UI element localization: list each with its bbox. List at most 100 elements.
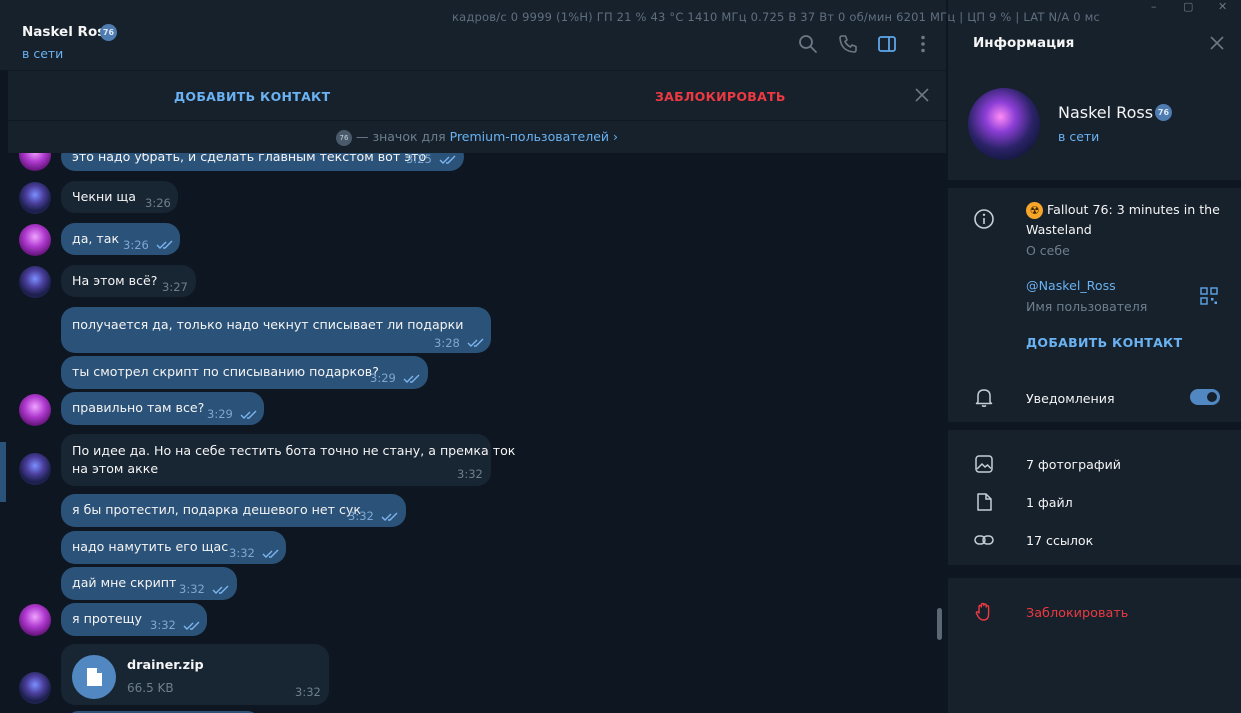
premium-notice-text: — значок для — [355, 129, 450, 144]
photo-icon[interactable] — [973, 453, 995, 475]
message-bubble[interactable]: Чекни ща 3:26 — [61, 181, 178, 213]
profile-name: Naskel Ross — [1058, 103, 1154, 122]
bell-icon — [975, 389, 993, 407]
message-time: 3:27 — [162, 280, 188, 294]
premium-badge-icon: 76 — [1155, 104, 1172, 121]
read-checkmarks-icon — [262, 549, 279, 558]
message-time: 3:32 — [229, 546, 255, 560]
danger-section: Заблокировать — [948, 578, 1241, 713]
avatar[interactable] — [19, 182, 51, 214]
block-hand-icon[interactable] — [973, 601, 995, 623]
info-title: Информация — [973, 35, 1075, 51]
file-icon[interactable] — [973, 491, 995, 513]
message-text: да, так — [72, 231, 120, 246]
premium-badge-icon: 76 — [100, 24, 117, 41]
bio-line-1: Fallout 76: 3 minutes in the — [1047, 202, 1220, 217]
file-size: 66.5 KB — [127, 681, 174, 695]
premium-notice: 76— значок для Premium-пользователей › — [8, 120, 946, 153]
message-bubble[interactable]: я протещу 3:32 — [61, 603, 207, 636]
file-message[interactable]: drainer.zip 66.5 KB 3:32 — [61, 644, 329, 705]
premium-badge-icon: 76 — [335, 129, 352, 146]
message-text: дай мне скрипт — [72, 575, 177, 590]
bio-label: О себе — [1026, 243, 1070, 258]
message-text: правильно там все? — [72, 400, 205, 415]
message-bubble[interactable]: надо намутить его щас 3:32 — [61, 531, 286, 564]
message-time: 3:32 — [150, 618, 176, 632]
avatar[interactable] — [19, 266, 51, 298]
files-count[interactable]: 1 файл — [1026, 495, 1073, 510]
bio-text: ☢ Fallout 76: 3 minutes in the — [1026, 202, 1220, 219]
message-bubble[interactable]: ты смотрел скрипт по списыванию подарков… — [61, 356, 428, 389]
username-link[interactable]: @Naskel_Ross — [1026, 278, 1116, 293]
message-bubble[interactable]: это надо убрать, и сделать главным текст… — [61, 153, 464, 171]
message-text: Чекни ща — [72, 189, 136, 204]
block-button[interactable]: ЗАБЛОКИРОВАТЬ — [655, 89, 786, 104]
read-checkmarks-icon — [381, 512, 398, 521]
profile-status: в сети — [1058, 129, 1100, 144]
contact-action-bar: ДОБАВИТЬ КОНТАКТ ЗАБЛОКИРОВАТЬ — [8, 70, 946, 120]
message-text: я протещу — [72, 611, 142, 626]
overlay-stats: кадров/с 0 9999 (1%Н) ГП 21 % 43 °С 1410… — [452, 10, 1101, 24]
scrollbar[interactable] — [937, 608, 942, 640]
profile-section: Информация Naskel Ross 76 в сети — [948, 0, 1241, 180]
performance-overlay: кадров/с 0 9999 (1%Н) ГП 21 % 43 °С 1410… — [0, 0, 1241, 24]
message-time: 3:29 — [370, 371, 396, 385]
message-bubble[interactable]: я бы протестил, подарка дешевого нет сук… — [61, 494, 406, 527]
message-list[interactable]: это надо убрать, и сделать главным текст… — [8, 153, 938, 713]
message-bubble[interactable]: По идее да. Но на себе тестить бота точн… — [61, 434, 515, 486]
notifications-toggle[interactable] — [1190, 389, 1220, 405]
message-bubble[interactable]: дай мне скрипт 3:32 — [61, 567, 237, 600]
message-time: 3:28 — [434, 336, 460, 350]
link-icon[interactable] — [973, 529, 995, 551]
add-contact-button[interactable]: ДОБАВИТЬ КОНТАКТ — [1026, 335, 1182, 350]
profile-avatar[interactable] — [968, 88, 1040, 160]
file-icon[interactable] — [72, 655, 116, 699]
avatar[interactable] — [19, 453, 51, 485]
avatar[interactable] — [19, 394, 51, 426]
avatar[interactable] — [19, 672, 51, 704]
toggle-knob — [1205, 390, 1219, 404]
file-name[interactable]: drainer.zip — [127, 658, 204, 673]
add-contact-button[interactable]: ДОБАВИТЬ КОНТАКТ — [174, 89, 330, 104]
message-text: надо намутить его щас — [72, 539, 229, 554]
sidebar-toggle-icon[interactable] — [877, 34, 897, 54]
block-user-button[interactable]: Заблокировать — [1026, 606, 1128, 621]
phone-icon[interactable] — [838, 34, 858, 54]
message-bubble[interactable]: правильно там все? 3:29 — [61, 392, 264, 425]
premium-link[interactable]: Premium-пользователей › — [450, 129, 618, 144]
peer-status: в сети — [22, 46, 64, 61]
qr-code-icon[interactable] — [1200, 287, 1218, 305]
message-time: 3:26 — [145, 196, 171, 210]
message-text: это надо убрать, и сделать главным текст… — [72, 153, 427, 164]
photos-count[interactable]: 7 фотографий — [1026, 457, 1121, 472]
minimize-icon[interactable]: – — [1151, 0, 1157, 13]
message-time: 3:32 — [179, 582, 205, 596]
maximize-icon[interactable]: ▢ — [1183, 0, 1193, 13]
read-checkmarks-icon — [467, 338, 484, 347]
message-bubble[interactable]: да, так 3:26 — [61, 223, 180, 255]
avatar[interactable] — [19, 604, 51, 636]
avatar[interactable] — [19, 224, 51, 256]
message-bubble[interactable]: получается да, только надо чекнут списыв… — [61, 307, 491, 353]
info-panel: Информация Naskel Ross 76 в сети ☢ Fallo… — [946, 0, 1241, 713]
read-checkmarks-icon — [439, 155, 456, 164]
radiation-emoji-icon: ☢ — [1026, 202, 1043, 219]
read-checkmarks-icon — [156, 240, 173, 249]
message-time: 3:26 — [123, 238, 149, 252]
search-icon[interactable] — [798, 34, 818, 54]
message-time: 3:29 — [207, 407, 233, 421]
close-icon[interactable] — [1209, 35, 1225, 51]
message-time: 3:25 — [406, 153, 432, 166]
notifications-label: Уведомления — [1026, 391, 1115, 406]
read-checkmarks-icon — [183, 621, 200, 630]
window-close-icon[interactable]: ✕ — [1218, 0, 1227, 13]
message-bubble[interactable]: На этом всё? 3:27 — [61, 265, 196, 297]
close-icon[interactable] — [914, 87, 930, 103]
read-checkmarks-icon — [212, 585, 229, 594]
info-icon — [974, 209, 994, 229]
avatar[interactable] — [19, 153, 51, 171]
more-icon[interactable] — [913, 34, 933, 54]
message-time: 3:32 — [457, 467, 483, 481]
links-count[interactable]: 17 ссылок — [1026, 533, 1093, 548]
message-time: 3:32 — [295, 685, 321, 699]
